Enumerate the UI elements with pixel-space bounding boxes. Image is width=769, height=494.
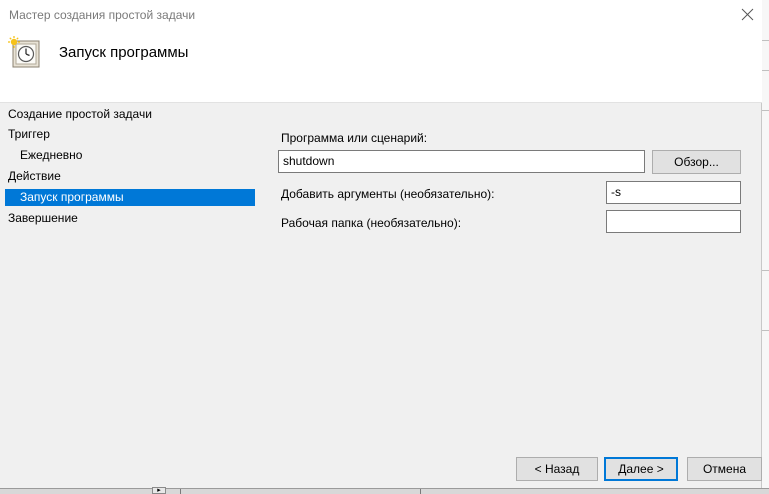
nav-step-action[interactable]: Действие: [8, 168, 61, 185]
nav-step-create-task[interactable]: Создание простой задачи: [8, 106, 152, 123]
cancel-button[interactable]: Отмена: [687, 457, 762, 481]
title-bar: Мастер создания простой задачи: [0, 0, 762, 30]
nav-step-daily[interactable]: Ежедневно: [20, 147, 82, 164]
page-title: Запуск программы: [59, 44, 189, 61]
nav-step-trigger[interactable]: Триггер: [8, 126, 50, 143]
program-input[interactable]: shutdown: [278, 150, 645, 173]
wizard-window: Мастер создания простой задачи Запуск пр…: [0, 0, 762, 488]
nav-step-start-program[interactable]: Запуск программы: [5, 189, 255, 206]
working-folder-label: Рабочая папка (необязательно):: [281, 216, 462, 230]
background-window-edge: [762, 0, 769, 488]
task-scheduler-clock-icon: [8, 36, 40, 68]
back-button[interactable]: < Назад: [516, 457, 598, 481]
window-title: Мастер создания простой задачи: [9, 8, 196, 22]
next-button[interactable]: Далее >: [604, 457, 678, 481]
nav-step-finish[interactable]: Завершение: [8, 210, 78, 227]
close-icon: [741, 8, 753, 20]
arguments-input[interactable]: -s: [606, 181, 741, 204]
wizard-steps-nav: Создание простой задачи Триггер Ежедневн…: [0, 104, 262, 484]
close-button[interactable]: [734, 2, 760, 26]
program-label: Программа или сценарий:: [281, 131, 428, 145]
browse-button[interactable]: Обзор...: [652, 150, 741, 174]
arguments-label: Добавить аргументы (необязательно):: [281, 187, 495, 201]
background-window-bottom: [0, 488, 769, 494]
wizard-header: Запуск программы: [0, 30, 762, 103]
working-folder-input[interactable]: [606, 210, 741, 233]
scroll-right-arrow-icon[interactable]: ▸: [152, 487, 166, 494]
